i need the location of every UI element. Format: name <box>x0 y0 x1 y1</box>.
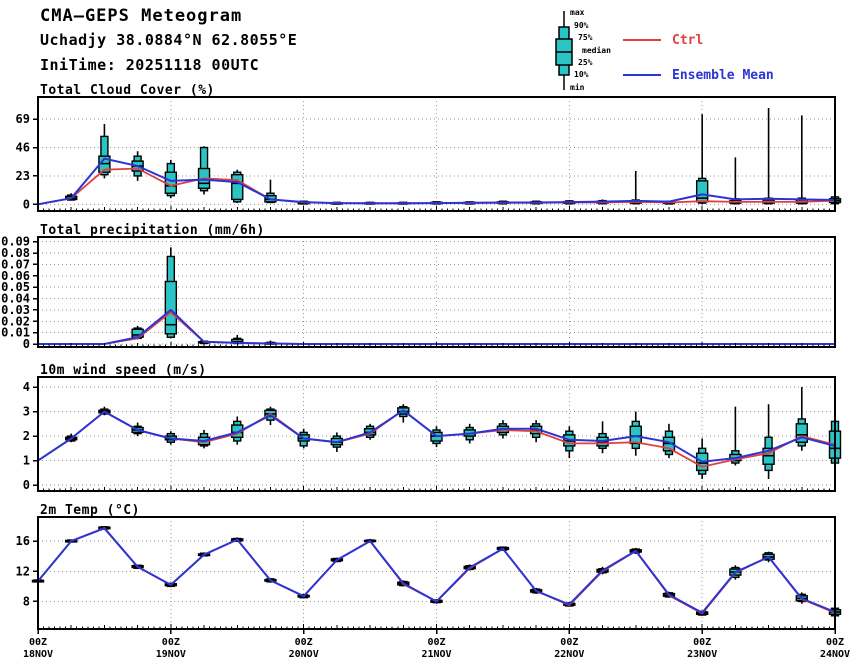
svg-text:00Z: 00Z <box>29 637 47 648</box>
svg-text:19NOV: 19NOV <box>156 649 186 660</box>
svg-text:00Z: 00Z <box>295 637 313 648</box>
svg-text:21NOV: 21NOV <box>421 649 451 660</box>
svg-text:4: 4 <box>23 380 30 394</box>
svg-text:2: 2 <box>23 429 30 443</box>
svg-text:00Z: 00Z <box>162 637 180 648</box>
meteogram-page: CMA—GEPS Meteogram Uchadjy 38.0884°N 62.… <box>0 0 860 671</box>
svg-text:0: 0 <box>23 478 30 492</box>
svg-text:0.09: 0.09 <box>1 235 30 249</box>
svg-text:00Z: 00Z <box>427 637 445 648</box>
svg-text:46: 46 <box>16 141 30 155</box>
svg-text:3: 3 <box>23 405 30 419</box>
svg-text:16: 16 <box>16 534 30 548</box>
svg-text:00Z: 00Z <box>826 637 844 648</box>
svg-text:00Z: 00Z <box>693 637 711 648</box>
svg-text:22NOV: 22NOV <box>554 649 584 660</box>
svg-text:0: 0 <box>23 197 30 211</box>
svg-text:00Z: 00Z <box>560 637 578 648</box>
svg-text:23NOV: 23NOV <box>687 649 717 660</box>
svg-text:18NOV: 18NOV <box>23 649 53 660</box>
svg-text:12: 12 <box>16 564 30 578</box>
svg-text:1: 1 <box>23 454 30 468</box>
meteogram-chart: 023466900.010.020.030.040.050.060.070.08… <box>1 96 850 660</box>
svg-text:24NOV: 24NOV <box>820 649 850 660</box>
svg-text:69: 69 <box>16 112 30 126</box>
svg-text:8: 8 <box>23 594 30 608</box>
svg-text:23: 23 <box>16 169 30 183</box>
svg-text:20NOV: 20NOV <box>289 649 319 660</box>
